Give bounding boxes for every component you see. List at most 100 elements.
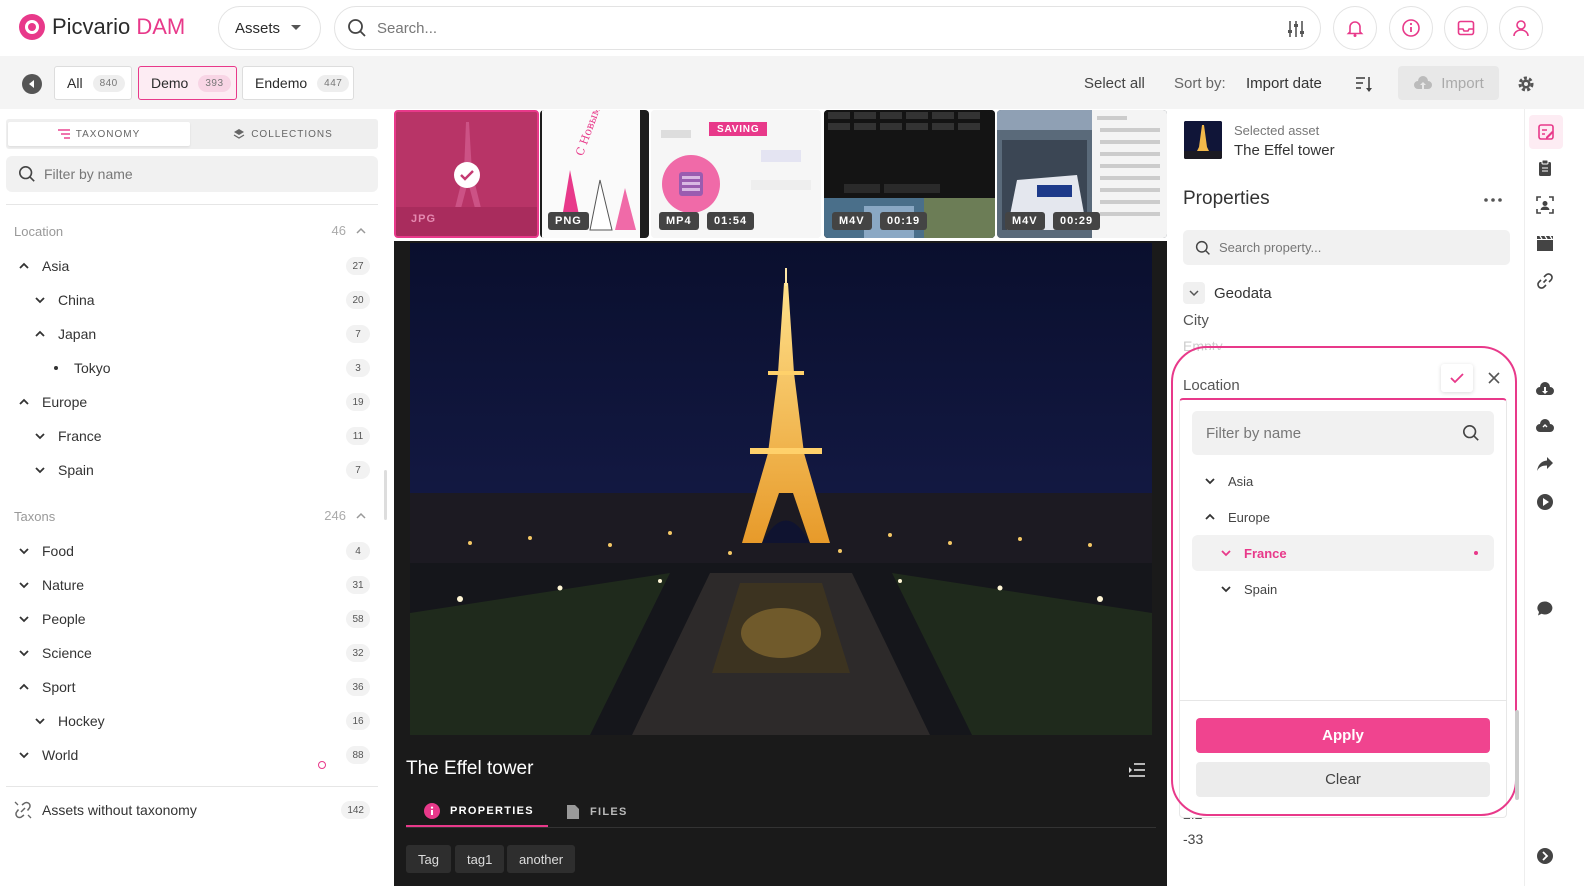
- profile-button[interactable]: [1499, 6, 1543, 50]
- tab-files[interactable]: FILES: [566, 797, 666, 827]
- video-clapper-icon[interactable]: [1535, 233, 1555, 253]
- tab-collections[interactable]: COLLECTIONS: [192, 122, 374, 146]
- sort-by-label: Sort by:: [1174, 75, 1226, 92]
- assets-dropdown-label: Assets: [235, 19, 281, 37]
- location-tree-item[interactable]: Spain 7: [14, 453, 370, 487]
- caret-down-icon: [290, 24, 302, 32]
- info-icon: [424, 803, 440, 819]
- chevron-up-icon: [14, 396, 34, 408]
- taxon-tree-item[interactable]: Hockey 16: [14, 704, 370, 738]
- section-location-header[interactable]: Location 46: [14, 223, 370, 243]
- group-title: Geodata: [1214, 285, 1272, 302]
- info-button[interactable]: [1389, 6, 1433, 50]
- arrow-left-icon: [27, 79, 37, 89]
- cloud-sync-icon[interactable]: [1535, 416, 1555, 436]
- inbox-button[interactable]: [1444, 6, 1488, 50]
- notifications-button[interactable]: [1333, 6, 1377, 50]
- thumbnail-jpg[interactable]: JPG: [394, 110, 539, 238]
- sort-field-dropdown[interactable]: Import date: [1246, 75, 1322, 92]
- chip-demo[interactable]: Demo 393: [138, 66, 237, 100]
- global-search-box[interactable]: Search...: [334, 6, 1321, 50]
- chip-count: 393: [198, 74, 231, 92]
- filter-placeholder: Filter by name: [44, 166, 133, 182]
- back-button[interactable]: [22, 74, 42, 94]
- comments-icon[interactable]: [1535, 599, 1555, 619]
- thumbnail-png[interactable]: С Новым PNG: [540, 110, 649, 238]
- city-label: City: [1183, 312, 1209, 329]
- taxon-tree-item[interactable]: Sport 36: [14, 670, 370, 704]
- tag-chip[interactable]: another: [507, 845, 576, 873]
- sort-order-icon[interactable]: [1354, 74, 1374, 94]
- file-icon: [566, 804, 580, 820]
- count-badge: 7: [346, 325, 370, 343]
- location-tree-item[interactable]: Asia 27: [14, 249, 370, 283]
- divider: [6, 204, 378, 205]
- search-filters-icon[interactable]: [1286, 19, 1306, 39]
- panel-scrollbar[interactable]: [1515, 710, 1519, 800]
- tab-properties[interactable]: PROPERTIES: [406, 797, 548, 827]
- search-input[interactable]: Search...: [377, 20, 437, 37]
- cloud-upload-icon: [1413, 75, 1433, 91]
- tree-item-label: People: [42, 611, 86, 627]
- section-taxons-header[interactable]: Taxons 246: [14, 508, 370, 528]
- tag-chip[interactable]: tag1: [455, 845, 505, 873]
- expand-circle-icon[interactable]: [1535, 846, 1555, 866]
- edit-properties-button[interactable]: [1529, 115, 1563, 149]
- selected-asset-name: The Effel tower: [1234, 142, 1335, 159]
- location-tree-item[interactable]: China 20: [14, 283, 370, 317]
- count-badge: 36: [346, 678, 370, 696]
- more-options-icon[interactable]: [1484, 198, 1502, 202]
- taxon-tree-item[interactable]: Science 32: [14, 636, 370, 670]
- tree-item-label: Nature: [42, 577, 85, 593]
- selected-check-icon: [454, 162, 480, 188]
- taxon-tree-item[interactable]: People 58: [14, 602, 370, 636]
- cloud-download-icon[interactable]: [1535, 379, 1555, 399]
- import-button[interactable]: Import: [1398, 66, 1499, 100]
- chevron-down-icon: [14, 749, 34, 761]
- duration-badge: 00:29: [1053, 212, 1101, 230]
- sidebar-resize-handle[interactable]: [384, 470, 387, 520]
- thumbnail-m4v-2[interactable]: M4V 00:29: [997, 110, 1167, 238]
- chevron-down-icon: [1189, 288, 1199, 298]
- chip-endemo[interactable]: Endemo 447: [242, 66, 354, 100]
- chevron-down-icon: [14, 545, 34, 557]
- thumbnail-m4v-1[interactable]: M4V 00:19: [824, 110, 995, 238]
- taxonomy-filter-input[interactable]: Filter by name: [6, 156, 378, 192]
- taxon-tree-item[interactable]: Nature 31: [14, 568, 370, 602]
- chip-all[interactable]: All 840: [54, 66, 132, 100]
- assets-dropdown[interactable]: Assets: [218, 6, 321, 50]
- assets-without-taxonomy[interactable]: Assets without taxonomy 142: [14, 793, 370, 827]
- location-tree-item[interactable]: Europe 19: [14, 385, 370, 419]
- tag-chip[interactable]: Tag: [406, 845, 451, 873]
- location-tree-item[interactable]: Tokyo 3: [14, 351, 370, 385]
- property-value: -33: [1183, 831, 1204, 847]
- search-icon: [1195, 240, 1211, 256]
- count-badge: 58: [346, 610, 370, 628]
- chip-label: Demo: [151, 75, 189, 91]
- thumbnail-mp4[interactable]: SAVING MP4 01:54: [651, 110, 821, 238]
- divider: [406, 827, 1156, 828]
- play-icon[interactable]: [1535, 492, 1555, 512]
- location-tree-item[interactable]: Japan 7: [14, 317, 370, 351]
- count-badge: 7: [346, 461, 370, 479]
- taxon-tree-item[interactable]: Food 4: [14, 534, 370, 568]
- chevron-up-icon: [356, 511, 366, 521]
- duration-badge: 01:54: [707, 212, 755, 230]
- settings-gear-icon[interactable]: [1516, 74, 1536, 94]
- select-all-button[interactable]: Select all: [1084, 75, 1145, 92]
- clipboard-icon[interactable]: [1535, 158, 1555, 178]
- share-icon[interactable]: [1535, 454, 1555, 474]
- tab-taxonomy[interactable]: TAXONOMY: [8, 122, 190, 146]
- details-toggle-icon[interactable]: [1128, 762, 1146, 778]
- tab-label: COLLECTIONS: [251, 128, 333, 140]
- face-recognition-icon[interactable]: [1535, 195, 1555, 215]
- asset-title: The Effel tower: [406, 758, 534, 779]
- property-search-input[interactable]: Search property...: [1183, 230, 1510, 265]
- asset-preview-image[interactable]: [410, 243, 1152, 735]
- geodata-collapse-button[interactable]: [1183, 282, 1205, 304]
- chevron-down-icon: [14, 647, 34, 659]
- format-badge: M4V: [1005, 212, 1045, 230]
- location-tree-item[interactable]: France 11: [14, 419, 370, 453]
- link-icon[interactable]: [1535, 271, 1555, 291]
- taxon-tree-item[interactable]: World 88: [14, 738, 370, 772]
